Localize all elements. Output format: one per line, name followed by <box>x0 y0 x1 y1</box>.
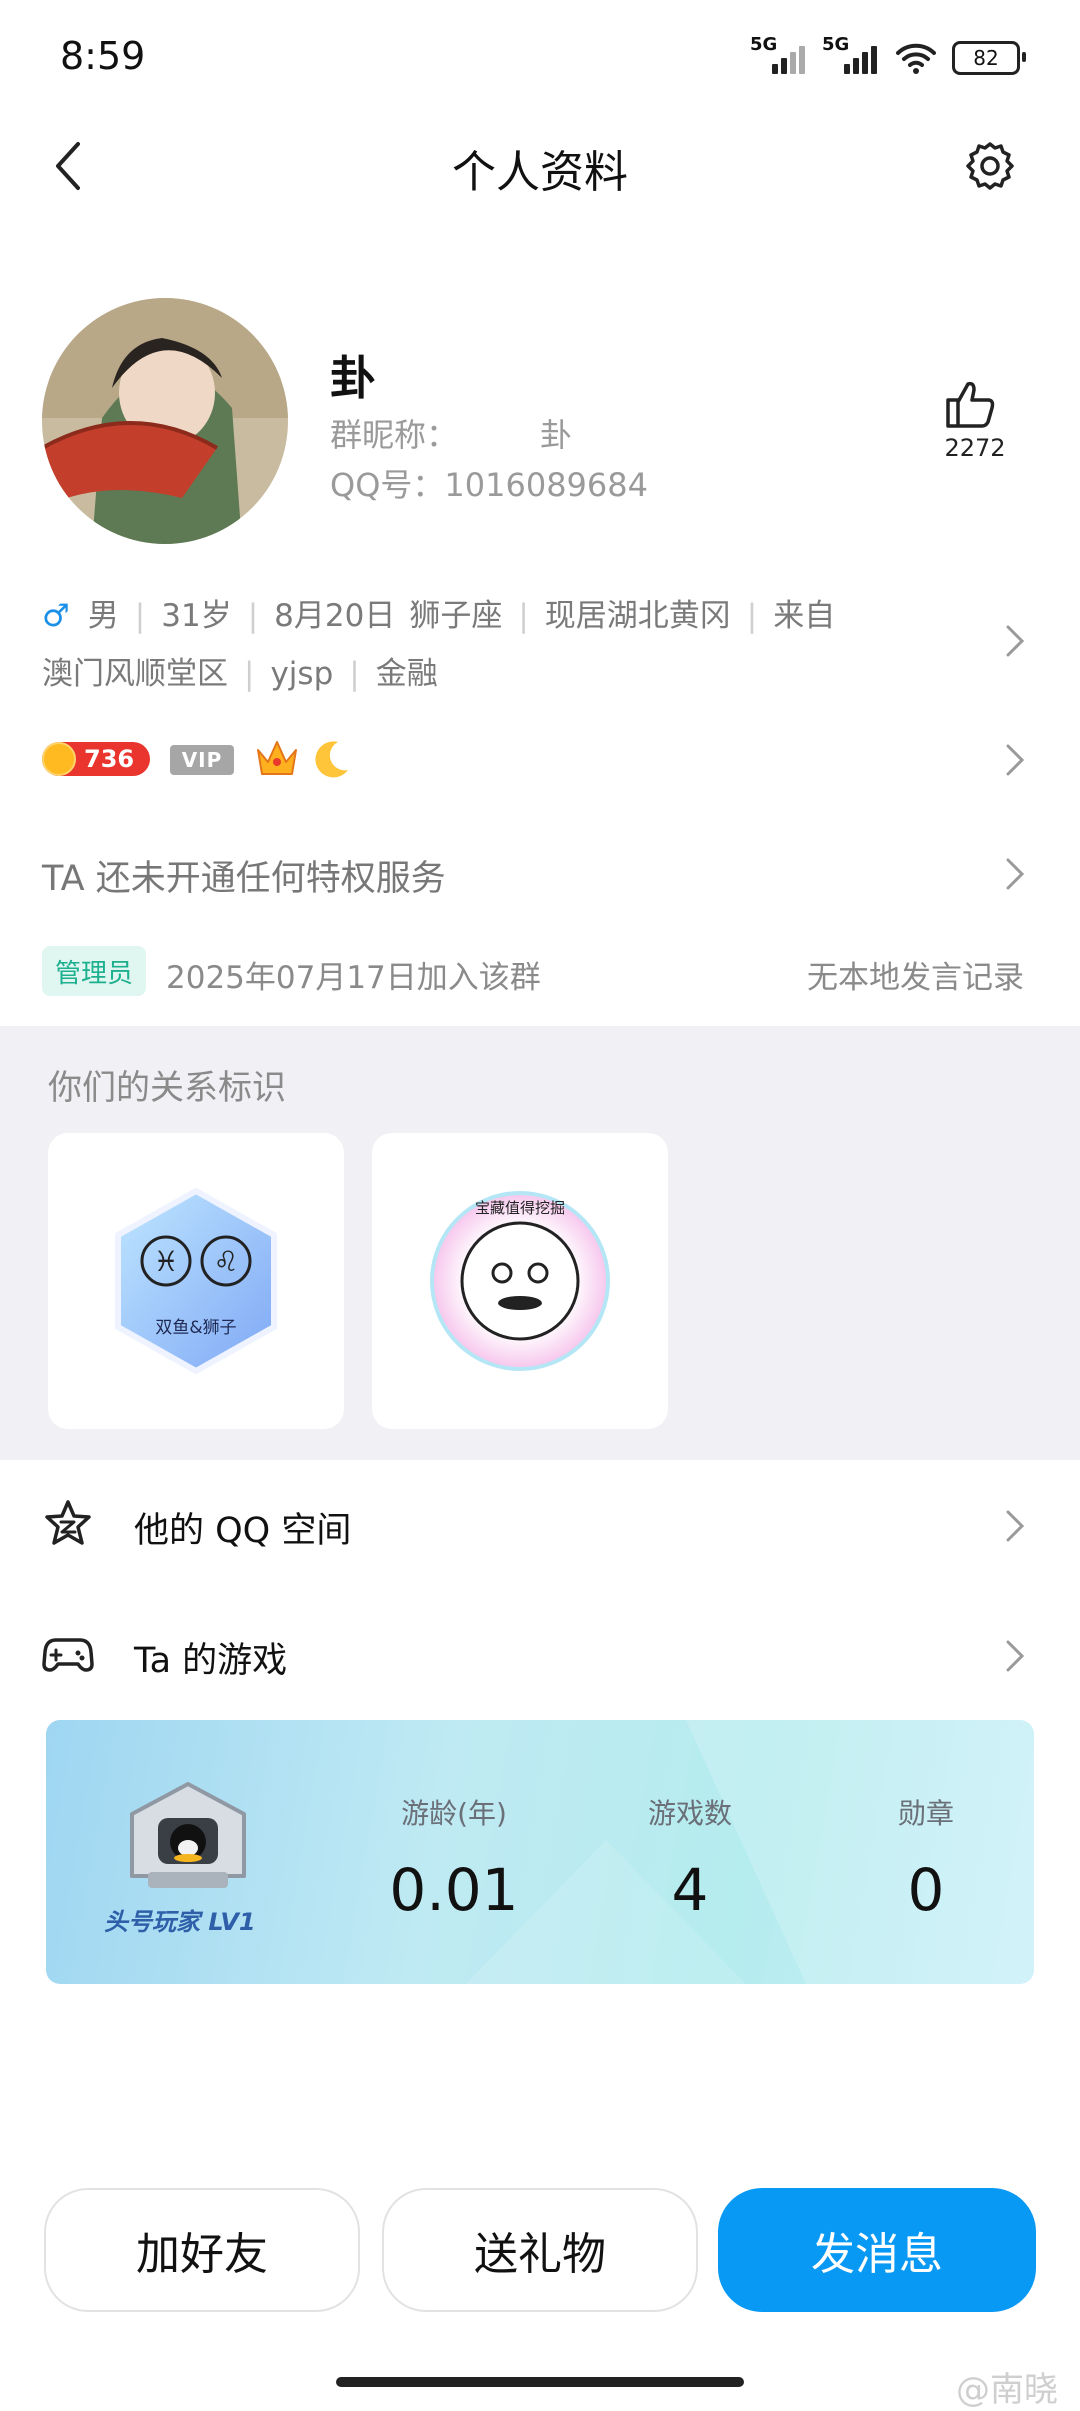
game-age-label: 游龄(年) <box>401 1797 507 1830</box>
watermark: @南晓 <box>956 2370 1058 2410</box>
moon-icon <box>315 741 348 778</box>
settings-gear-icon[interactable] <box>962 138 1018 194</box>
page-title: 个人资料 <box>452 147 628 198</box>
avatar[interactable] <box>42 298 288 544</box>
profile-name: 卦 <box>330 351 376 405</box>
gamepad-icon <box>42 1638 94 1672</box>
game-count-label: 游戏数 <box>647 1797 732 1830</box>
wifi-icon <box>896 43 936 74</box>
group-join-date: 2025年07月17日加入该群 <box>166 960 541 996</box>
add-friend-button[interactable]: 加好友 <box>44 2188 360 2312</box>
level-badge[interactable]: 736 <box>42 742 150 776</box>
medal-label: 勋章 <box>897 1797 954 1830</box>
svg-text:♓: ♓ <box>153 1245 178 1278</box>
chevron-right-icon[interactable] <box>1004 1508 1026 1544</box>
chevron-right-icon[interactable] <box>1004 623 1026 659</box>
battery-icon: 82 <box>952 41 1026 75</box>
chevron-right-icon[interactable] <box>1004 742 1026 778</box>
player-level-icon <box>130 1782 246 1888</box>
male-icon: ♂ <box>42 598 70 634</box>
game-age-value: 0.01 <box>389 1856 519 1924</box>
qzone-link[interactable]: 他的 QQ 空间 <box>134 1502 351 1553</box>
relation-title: 你们的关系标识 <box>48 1068 286 1108</box>
like-count: 2272 <box>944 434 1006 462</box>
profile-info-line-1[interactable]: ♂ 男 | 31岁 | 8月20日 狮子座 | 现居湖北黄冈 | 来自 <box>42 590 835 635</box>
admin-badge: 管理员 <box>42 946 146 996</box>
svg-text:双鱼&狮子: 双鱼&狮子 <box>155 1318 236 1338</box>
send-message-button[interactable]: 发消息 <box>718 2188 1036 2312</box>
medal-value: 0 <box>907 1856 945 1924</box>
status-time: 8:59 <box>60 34 146 78</box>
signal-icon: 5G <box>750 34 808 78</box>
relation-card-treasure[interactable]: 宝藏值得挖掘 <box>372 1133 668 1429</box>
vip-badge[interactable]: VIP <box>170 745 234 775</box>
qq-number: QQ号：1016089684 <box>330 466 648 504</box>
home-indicator[interactable] <box>336 2377 744 2387</box>
game-count-value: 4 <box>671 1856 709 1924</box>
zodiac-badge-icon: ♓ ♌ 双鱼&狮子 <box>115 1187 277 1375</box>
treasure-badge-icon: 宝藏值得挖掘 <box>430 1191 610 1371</box>
games-link[interactable]: Ta 的游戏 <box>134 1632 287 1683</box>
speech-record-status: 无本地发言记录 <box>807 960 1024 996</box>
coin-icon <box>42 742 76 776</box>
chevron-right-icon[interactable] <box>1004 856 1026 892</box>
group-nickname-value: 卦 <box>540 416 573 454</box>
signal-icon-2: 5G <box>822 34 880 78</box>
thumbs-up-icon[interactable] <box>940 378 1000 430</box>
group-nickname-label: 群昵称： <box>330 416 459 454</box>
star-icon <box>45 1500 91 1545</box>
relation-card-zodiac[interactable]: ♓ ♌ 双鱼&狮子 <box>48 1133 344 1429</box>
profile-info-line-2[interactable]: 澳门风顺堂区 | yjsp | 金融 <box>42 648 438 693</box>
privilege-status[interactable]: TA 还未开通任何特权服务 <box>42 850 446 901</box>
player-level-text: 头号玩家 LV1 <box>104 1908 256 1936</box>
chevron-right-icon[interactable] <box>1004 1638 1026 1674</box>
svg-text:♌: ♌ <box>213 1245 238 1278</box>
crown-icon <box>257 741 297 775</box>
svg-text:宝藏值得挖掘: 宝藏值得挖掘 <box>475 1199 565 1217</box>
status-icons: 5G 5G 82 <box>750 34 1026 78</box>
send-gift-button[interactable]: 送礼物 <box>382 2188 698 2312</box>
